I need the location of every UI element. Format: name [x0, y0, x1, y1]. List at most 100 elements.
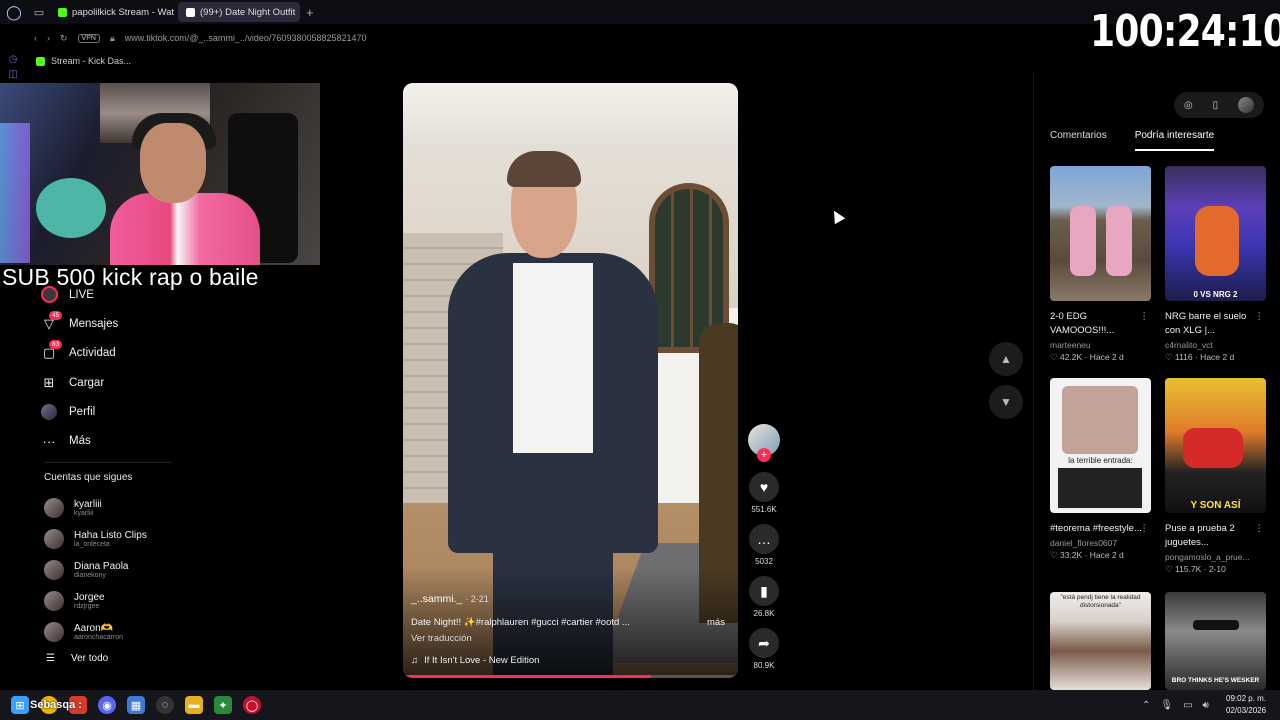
- discord-icon[interactable]: ◉: [98, 696, 116, 714]
- clock-date: 02/03/2026: [1226, 706, 1267, 715]
- music-link[interactable]: ♫ If It Isn't Love - New Edition: [411, 655, 539, 666]
- video-card[interactable]: 2-0 EDG VAMOOOS!!!... ⋮ marteeneu ♡ 42.2K…: [1050, 166, 1151, 363]
- next-video-button[interactable]: ▼: [989, 385, 1023, 419]
- nav-item-mensajes[interactable]: ▽ 45 Mensajes: [40, 309, 240, 338]
- tab-kick-stream[interactable]: papolilkick Stream - Watch: [50, 2, 174, 22]
- tab-comentarios[interactable]: Comentarios: [1050, 130, 1107, 151]
- comment-count: 5032: [755, 557, 773, 566]
- card-author[interactable]: c4rnalito_vct: [1165, 340, 1266, 350]
- video-progress-bar[interactable]: [403, 675, 738, 678]
- phone-icon[interactable]: ▯: [1213, 100, 1219, 111]
- chevron-down-icon: ▼: [1000, 395, 1012, 409]
- creator-avatar[interactable]: +: [748, 424, 780, 462]
- vpn-badge[interactable]: VPN: [77, 33, 100, 43]
- card-meta: ♡ 115.7K · 2-10: [1165, 564, 1226, 574]
- more-options-icon[interactable]: ⋮: [1255, 522, 1265, 536]
- card-author[interactable]: daniel_flores0607: [1050, 538, 1151, 548]
- thumbnail-caption: 0 VS NRG 2: [1193, 290, 1238, 299]
- tab-label: papolilkick Stream - Watch: [72, 6, 174, 18]
- following-item[interactable]: Haha Listo Clips la_onleceta: [44, 523, 234, 554]
- comment-icon[interactable]: …: [749, 524, 779, 554]
- video-card[interactable]: la terrible entrada: #teorema #freestyle…: [1050, 378, 1151, 561]
- folder-icon[interactable]: ▬: [185, 696, 203, 714]
- video-thumbnail[interactable]: la terrible entrada:: [1050, 378, 1151, 513]
- video-card[interactable]: "está pendj tiene la realidad distorsion…: [1050, 592, 1151, 690]
- account-handle: la_onleceta: [74, 540, 110, 548]
- chevron-up-icon[interactable]: ⌃: [1142, 700, 1150, 711]
- thumbnail-caption: "está pendj tiene la realidad distorsion…: [1060, 594, 1141, 609]
- following-item[interactable]: Jorgee rdzjrgee: [44, 585, 234, 616]
- video-card[interactable]: 0 VS NRG 2 NRG barre el suelo con XLG |.…: [1165, 166, 1266, 363]
- more-button[interactable]: más: [707, 617, 725, 628]
- card-author[interactable]: pongamoslo_a_prue...: [1165, 552, 1266, 562]
- video-thumbnail[interactable]: 0 VS NRG 2: [1165, 166, 1266, 301]
- live-icon: [40, 286, 58, 304]
- account-name: Aaron🫶: [74, 622, 114, 634]
- network-icon[interactable]: ▭: [1183, 700, 1192, 711]
- system-clock[interactable]: 09:02 p. m. 02/03/2026: [1226, 693, 1266, 717]
- new-tab-button[interactable]: +: [304, 5, 314, 20]
- video-scene: [513, 263, 593, 453]
- tab-menu-icon[interactable]: ▭: [28, 6, 50, 19]
- compass-icon[interactable]: ◎: [1184, 100, 1193, 111]
- previous-video-button[interactable]: ▲: [989, 342, 1023, 376]
- opera-gx-icon[interactable]: ◯: [243, 696, 261, 714]
- lock-icon: 🔒︎: [109, 32, 115, 43]
- streamer-shirt: [110, 193, 260, 265]
- like-action[interactable]: ♥ 551.6K: [746, 472, 782, 514]
- stream-timer: 100:24:10: [1090, 6, 1280, 57]
- following-item[interactable]: Aaron🫶 aaronchacarron: [44, 616, 234, 647]
- card-title: Puse a prueba 2 juguetes... ⋮: [1165, 522, 1265, 548]
- video-author[interactable]: _..sammi._ · 2-21: [411, 593, 489, 605]
- chrome-icon[interactable]: ◌: [156, 696, 174, 714]
- see-all-button[interactable]: ☰ Ver todo: [46, 653, 108, 664]
- kick-favicon-icon: [36, 56, 45, 66]
- card-author[interactable]: marteeneu: [1050, 340, 1151, 350]
- video-username[interactable]: _..sammi._: [411, 593, 462, 605]
- bookmark-bar: Stream - Kick Das...: [0, 52, 1280, 70]
- nav-item-live[interactable]: LIVE: [40, 280, 240, 309]
- xbox-icon[interactable]: ✦: [214, 696, 232, 714]
- share-action[interactable]: ➦ 80.9K: [746, 628, 782, 670]
- video-thumbnail[interactable]: Y SON ASÍ: [1165, 378, 1266, 513]
- card-meta: ♡ 33.2K · Hace 2 d: [1050, 550, 1124, 560]
- more-options-icon[interactable]: ⋮: [1255, 310, 1265, 324]
- windows-start-icon[interactable]: ⊞: [11, 696, 29, 714]
- nav-item-cargar[interactable]: ⊞ Cargar: [40, 368, 240, 397]
- more-options-icon[interactable]: ⋮: [1140, 522, 1150, 536]
- nav-item-actividad[interactable]: ▢ 83 Actividad: [40, 339, 240, 368]
- more-options-icon[interactable]: ⋮: [1140, 310, 1150, 324]
- tab-tiktok-video[interactable]: (99+) Date Night Outfit: [178, 2, 300, 22]
- video-thumbnail[interactable]: [1050, 166, 1151, 301]
- messenger-icon[interactable]: ◫: [0, 69, 26, 80]
- tab-podria-interesarte[interactable]: Podría interesarte: [1134, 130, 1215, 151]
- translate-button[interactable]: Ver traducción: [411, 633, 472, 644]
- avatar: [44, 497, 64, 518]
- bookmark-icon[interactable]: ▮: [749, 576, 779, 606]
- video-thumbnail[interactable]: BRO THINKS HE'S WESKER: [1165, 592, 1266, 690]
- bookmark-kick-stream[interactable]: Stream - Kick Das...: [51, 56, 131, 66]
- video-player[interactable]: _..sammi._ · 2-21 Date Night!! ✨#ralphla…: [403, 83, 738, 678]
- video-card[interactable]: Y SON ASÍ Puse a prueba 2 juguetes... ⋮ p…: [1165, 378, 1266, 575]
- history-icon[interactable]: ◷: [0, 54, 26, 65]
- mic-icon[interactable]: 🎙︎: [1160, 700, 1173, 711]
- following-item[interactable]: kyarliii kyarliii: [44, 492, 234, 523]
- save-action[interactable]: ▮ 26.8K: [746, 576, 782, 618]
- video-thumbnail[interactable]: "está pendj tiene la realidad distorsion…: [1050, 592, 1151, 690]
- nav-item-perfil[interactable]: Perfil: [40, 397, 240, 426]
- reload-icon[interactable]: ↻: [60, 33, 68, 44]
- store-icon[interactable]: ▦: [127, 696, 145, 714]
- heart-icon[interactable]: ♥: [749, 472, 779, 502]
- video-card[interactable]: BRO THINKS HE'S WESKER: [1165, 592, 1266, 690]
- volume-icon[interactable]: 🔊︎: [1203, 700, 1209, 711]
- user-avatar[interactable]: [1238, 97, 1255, 113]
- following-item[interactable]: Diana Paola dianekony: [44, 554, 234, 585]
- back-icon[interactable]: ‹: [34, 33, 37, 43]
- url-field[interactable]: www.tiktok.com/@_..sammi_../video/760938…: [125, 33, 367, 43]
- nav-item-mas[interactable]: ··· Más: [40, 426, 240, 455]
- comment-action[interactable]: … 5032: [746, 524, 782, 566]
- forward-icon[interactable]: ›: [47, 33, 50, 43]
- follow-plus-icon[interactable]: +: [757, 448, 771, 462]
- opera-logo-icon[interactable]: ◯: [0, 0, 28, 24]
- share-icon[interactable]: ➦: [749, 628, 779, 658]
